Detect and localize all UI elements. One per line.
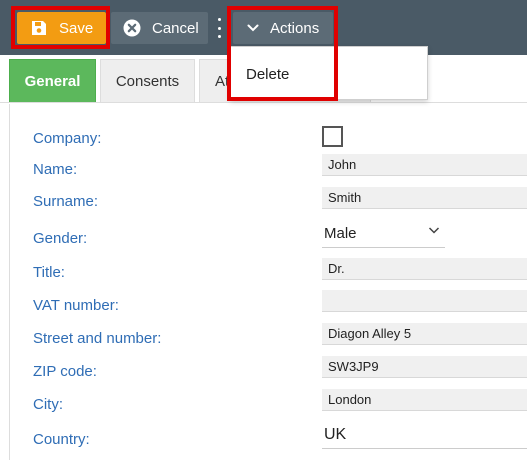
- gender-select-value: Male: [324, 225, 357, 242]
- actions-button[interactable]: Actions: [233, 12, 333, 44]
- save-button[interactable]: Save: [17, 12, 106, 44]
- floppy-disk-icon: [30, 19, 48, 37]
- gender-select[interactable]: Male: [322, 220, 445, 248]
- cancel-button-label: Cancel: [152, 19, 199, 37]
- name-label: Name:: [33, 161, 78, 178]
- street-label: Street and number:: [33, 330, 162, 347]
- actions-dropdown-menu: Delete: [230, 46, 428, 100]
- name-field[interactable]: John: [322, 154, 527, 176]
- company-checkbox[interactable]: [322, 126, 343, 147]
- city-field[interactable]: London: [322, 389, 527, 411]
- tab-consents[interactable]: Consents: [100, 59, 195, 102]
- surname-field[interactable]: Smith: [322, 187, 527, 209]
- city-label: City:: [33, 396, 63, 413]
- gender-label: Gender:: [33, 230, 88, 247]
- delete-menu-item[interactable]: Delete: [231, 55, 427, 93]
- title-field[interactable]: Dr.: [322, 258, 527, 280]
- zip-code-field[interactable]: SW3JP9: [322, 356, 527, 378]
- actions-button-label: Actions: [270, 19, 320, 37]
- country-field[interactable]: UK: [322, 421, 527, 449]
- save-button-label: Save: [59, 19, 94, 37]
- country-label: Country:: [33, 431, 90, 448]
- close-circle-icon: [123, 19, 141, 37]
- chevron-down-icon: [427, 223, 441, 237]
- zip-code-label: ZIP code:: [33, 363, 97, 380]
- title-label: Title:: [33, 264, 65, 281]
- more-options-icon[interactable]: [216, 18, 222, 38]
- cancel-button[interactable]: Cancel: [111, 12, 208, 44]
- company-label: Company:: [33, 130, 102, 147]
- vat-number-label: VAT number:: [33, 297, 119, 314]
- tab-general[interactable]: General: [9, 59, 96, 102]
- street-field[interactable]: Diagon Alley 5: [322, 323, 527, 345]
- surname-label: Surname:: [33, 193, 99, 210]
- chevron-down-icon: [247, 19, 259, 37]
- vat-number-field[interactable]: [322, 290, 527, 312]
